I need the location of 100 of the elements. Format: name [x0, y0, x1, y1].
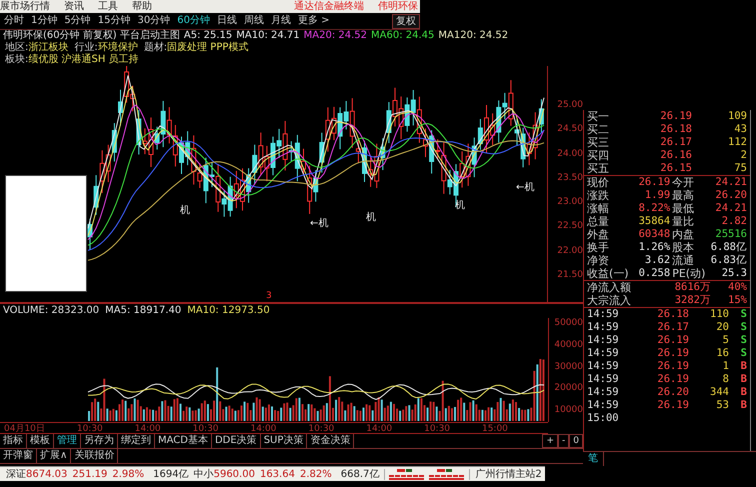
stat-value: 1.26%	[638, 241, 670, 254]
trade-side: S	[740, 321, 747, 334]
indicator-value: MA10: 24.71	[236, 30, 300, 42]
flow-label: 大宗流入	[587, 294, 632, 307]
zoom-button[interactable]: 0	[569, 434, 583, 448]
index-value: 5960.00	[214, 468, 255, 480]
indicator-tab[interactable]: SUP决策	[260, 434, 308, 448]
bid-label: 买五	[587, 162, 610, 175]
zoom-button[interactable]: +	[542, 434, 558, 448]
stat-label: 流通	[672, 254, 696, 267]
stat-label: 涨跌	[587, 189, 610, 202]
stat-label: 现价	[587, 176, 610, 189]
stat-label: 今开	[672, 176, 696, 189]
flow-amount: 3282万	[674, 294, 711, 307]
bid-price: 26.17	[659, 136, 692, 149]
stat-value: 0.258	[638, 267, 670, 280]
toolbar-tab[interactable]: 开弹窗	[0, 449, 37, 463]
price-axis-label: 21.50	[556, 269, 583, 282]
info-value: 绩优股 沪港通SH 员工持	[28, 54, 139, 66]
stat-label: 净资	[587, 254, 610, 267]
price-axis-label: 24.00	[556, 148, 583, 161]
tick-time: 14:59	[587, 373, 620, 386]
signal-label: 机	[180, 205, 190, 216]
signal-label: 机	[455, 200, 465, 211]
menu-item[interactable]: 工具	[98, 0, 118, 13]
tick-time: 14:59	[587, 334, 620, 347]
info-label: 地区:	[5, 42, 28, 54]
signal-label: 机	[366, 212, 376, 223]
tick-volume: 5	[722, 334, 729, 347]
period-tab[interactable]: 日线	[216, 14, 237, 28]
trade-side: S	[740, 308, 747, 321]
toolbar-tab[interactable]: 扩展∧	[37, 449, 72, 463]
restore-button[interactable]: 复权	[392, 14, 420, 28]
tick-volume: 344	[709, 386, 729, 399]
stat-value: 24.21	[714, 176, 747, 189]
stat-value: 6.83亿	[710, 254, 747, 267]
trade-side: B	[740, 386, 747, 399]
tick-price: 26.19	[656, 360, 689, 373]
stock-name: 伟明环保	[378, 0, 418, 13]
tick-price: 26.19	[656, 334, 689, 347]
bid-volume: 109	[727, 110, 747, 123]
time-axis-label: 10:30	[424, 423, 450, 433]
period-tab[interactable]: 5分钟	[64, 14, 91, 28]
flow-amount: 8616万	[674, 281, 711, 294]
index-name: 中小	[194, 468, 214, 481]
info-value: 固废处理 PPP模式	[167, 42, 248, 54]
volume-axis-label: 40000	[553, 340, 583, 351]
indicator-tab[interactable]: 绑定到	[118, 434, 155, 448]
period-tab[interactable]: 周线	[244, 14, 264, 28]
bid-price: 26.19	[659, 110, 692, 123]
price-axis-label: 23.00	[556, 196, 583, 210]
index-percent: 2.98%	[112, 468, 144, 480]
period-tab[interactable]: 1分钟	[31, 14, 58, 28]
period-tab[interactable]: 60分钟	[177, 14, 210, 28]
volume-axis-label: 10000	[553, 405, 583, 416]
volume-axis-label: 20000	[553, 383, 583, 394]
period-tab[interactable]: 30分钟	[137, 14, 170, 28]
price-axis-label: 23.50	[556, 172, 583, 185]
volume-value: VOLUME: 28323.00	[3, 304, 100, 318]
trade-side: B	[740, 399, 747, 412]
zoom-button[interactable]: -	[558, 434, 570, 448]
bid-volume: 112	[727, 136, 747, 149]
stat-label: 内盘	[672, 228, 696, 241]
indicator-tab[interactable]: 模板	[27, 434, 54, 448]
time-axis-label: 10:30	[308, 423, 334, 433]
panel-tab[interactable]: 笔	[583, 452, 604, 466]
flow-percent: 40%	[727, 281, 747, 294]
stat-label: 量比	[672, 215, 696, 228]
stat-value: 26.20	[714, 189, 747, 202]
tick-price: 26.18	[656, 308, 689, 321]
price-axis-label: 22.50	[556, 220, 583, 234]
info-value: 浙江板块	[28, 42, 68, 54]
period-tab[interactable]: 分时	[4, 14, 24, 28]
info-label: 题材:	[144, 42, 168, 54]
stat-value: 60348	[638, 228, 670, 241]
trade-side: B	[740, 360, 747, 373]
indicator-tab[interactable]: 指标	[0, 434, 27, 448]
bid-volume: 75	[733, 162, 747, 175]
bid-price: 26.18	[659, 123, 692, 136]
market-strength-icon	[389, 468, 426, 480]
period-tab[interactable]: 15分钟	[98, 14, 130, 28]
stat-value: 3.62	[644, 254, 670, 267]
bid-price: 26.16	[659, 149, 692, 162]
bid-label: 买三	[587, 136, 610, 149]
indicator-tab[interactable]: 管理	[54, 434, 81, 448]
time-axis-label: 10:30	[76, 423, 103, 433]
stat-value: 35864	[638, 215, 670, 228]
bid-label: 买二	[587, 123, 610, 136]
index-percent: 2.82%	[300, 468, 332, 480]
menu-item[interactable]: 展市场行情	[0, 0, 50, 13]
period-tab[interactable]: 更多 >	[298, 14, 330, 28]
stat-label: 换手	[587, 241, 610, 254]
menu-item[interactable]: 帮助	[132, 0, 152, 13]
tick-time: 14:59	[587, 347, 620, 360]
period-tab[interactable]: 月线	[270, 14, 291, 28]
indicator-value: MA60: 24.45	[371, 30, 434, 42]
tick-price: 26.19	[656, 399, 689, 412]
time-axis-label: 15:00	[482, 423, 508, 433]
tick-volume: 53	[715, 399, 729, 412]
menu-item[interactable]: 资讯	[64, 0, 84, 13]
